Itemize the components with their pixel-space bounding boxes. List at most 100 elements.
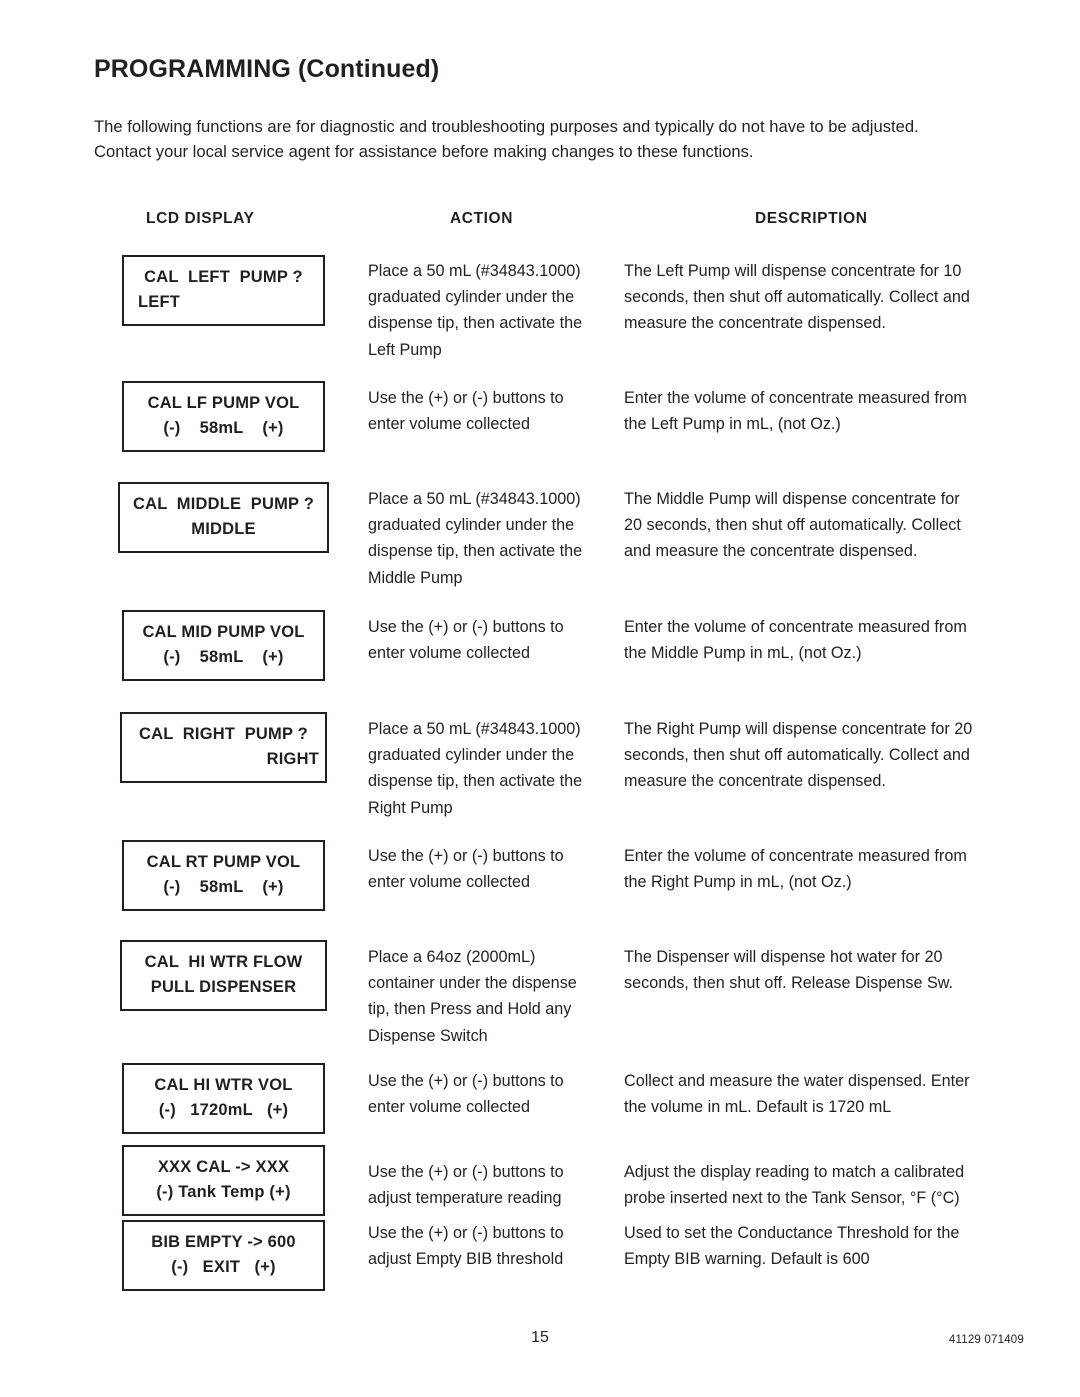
description-line: the Right Pump in mL, (not Oz.) (624, 873, 852, 892)
footer-document-code: 41129 071409 (948, 1334, 1024, 1346)
lcd-display-box: CAL LEFT PUMP ? LEFT (122, 255, 325, 326)
description-line: measure the concentrate dispensed. (624, 772, 886, 791)
action-line: tip, then Press and Hold any (368, 1000, 572, 1019)
action-line: adjust temperature reading (368, 1189, 562, 1208)
description-line: seconds, then shut off automatically. Co… (624, 288, 970, 307)
lcd-display-box: CAL MID PUMP VOL (-) 58mL (+) (122, 610, 325, 681)
footer-page-number: 15 (531, 1329, 549, 1346)
description-line: The Right Pump will dispense concentrate… (624, 720, 973, 738)
action-line: container under the dispense (368, 974, 577, 993)
intro-line-1: The following functions are for diagnost… (94, 117, 919, 136)
action-cell: Use the (+) or (-) buttons to adjust temp… (368, 1159, 616, 1211)
description-line: Used to set the Conductance Threshold fo… (624, 1224, 960, 1242)
action-line: adjust Empty BIB threshold (368, 1250, 564, 1269)
description-line: measure the concentrate dispensed. (624, 314, 886, 333)
lcd-line-2: (-) 58mL (+) (163, 419, 284, 437)
lcd-display-box: CAL HI WTR FLOW PULL DISPENSER (120, 940, 327, 1011)
description-line: the Left Pump in mL, (not Oz.) (624, 415, 841, 434)
intro-paragraph: The following functions are for diagnost… (94, 114, 1022, 164)
description-cell: Adjust the display reading to match a ca… (624, 1159, 1024, 1211)
action-line: Use the (+) or (-) buttons to (368, 618, 564, 636)
action-line: dispense tip, then activate the (368, 542, 583, 561)
description-cell: Enter the volume of concentrate measured… (624, 614, 1024, 666)
table-column-headers: LCD DISPLAY ACTION DESCRIPTION (0, 210, 1080, 232)
description-line: and measure the concentrate dispensed. (624, 542, 918, 561)
manual-page: PROGRAMMING (Continued) The following fu… (0, 0, 1080, 1397)
lcd-line-1: CAL LF PUMP VOL (147, 394, 300, 412)
action-cell: Use the (+) or (-) buttons to enter volum… (368, 1068, 616, 1120)
description-line: The Dispenser will dispense hot water fo… (624, 948, 943, 966)
action-cell: Place a 50 mL (#34843.1000) graduated cyl… (368, 716, 616, 821)
action-line: enter volume collected (368, 1098, 530, 1117)
lcd-line-1: CAL LEFT PUMP ? (144, 268, 303, 286)
description-line: probe inserted next to the Tank Sensor, … (624, 1189, 960, 1208)
description-line: Empty BIB warning. Default is 600 (624, 1250, 870, 1269)
action-cell: Use the (+) or (-) buttons to enter volum… (368, 843, 616, 895)
lcd-display-box: CAL RT PUMP VOL (-) 58mL (+) (122, 840, 325, 911)
action-line: Place a 50 mL (#34843.1000) (368, 262, 581, 280)
lcd-line-1: CAL RT PUMP VOL (146, 853, 301, 871)
description-cell: The Middle Pump will dispense concentrat… (624, 486, 1024, 565)
action-line: Use the (+) or (-) buttons to (368, 389, 564, 407)
column-header-action: ACTION (450, 210, 514, 227)
action-line: Place a 50 mL (#34843.1000) (368, 720, 581, 738)
lcd-line-2: (-) 58mL (+) (163, 648, 284, 666)
description-line: 20 seconds, then shut off automatically.… (624, 516, 961, 535)
description-cell: The Right Pump will dispense concentrate… (624, 716, 1024, 795)
action-line: Left Pump (368, 340, 442, 359)
column-header-description: DESCRIPTION (755, 210, 868, 227)
lcd-line-2: RIGHT (266, 750, 319, 768)
lcd-display-box: BIB EMPTY -> 600 (-) EXIT (+) (122, 1220, 325, 1291)
action-line: Use the (+) or (-) buttons to (368, 1072, 564, 1090)
lcd-line-1: BIB EMPTY -> 600 (151, 1233, 296, 1251)
action-cell: Use the (+) or (-) buttons to enter volum… (368, 385, 616, 437)
lcd-line-2: LEFT (138, 293, 181, 311)
action-line: Middle Pump (368, 568, 463, 587)
lcd-display-box: CAL RIGHT PUMP ? RIGHT (120, 712, 327, 783)
lcd-line-2: (-) 1720mL (+) (158, 1101, 289, 1119)
lcd-line-1: CAL HI WTR VOL (154, 1076, 293, 1094)
action-line: enter volume collected (368, 873, 530, 892)
action-line: graduated cylinder under the (368, 516, 575, 535)
action-line: Dispense Switch (368, 1026, 488, 1045)
action-line: dispense tip, then activate the (368, 772, 583, 791)
action-line: Right Pump (368, 798, 453, 817)
action-line: graduated cylinder under the (368, 288, 575, 307)
action-line: enter volume collected (368, 415, 530, 434)
action-cell: Place a 64oz (2000mL) container under the… (368, 944, 616, 1049)
action-line: enter volume collected (368, 644, 530, 663)
description-cell: Collect and measure the water dispensed.… (624, 1068, 1024, 1120)
lcd-display-box: CAL MIDDLE PUMP ? MIDDLE (118, 482, 329, 553)
lcd-line-1: CAL HI WTR FLOW (144, 953, 303, 971)
description-cell: Enter the volume of concentrate measured… (624, 385, 1024, 437)
description-line: the Middle Pump in mL, (not Oz.) (624, 644, 862, 663)
column-header-lcd-display: LCD DISPLAY (146, 210, 255, 227)
action-line: graduated cylinder under the (368, 746, 575, 765)
description-line: Enter the volume of concentrate measured… (624, 618, 967, 636)
description-cell: The Dispenser will dispense hot water fo… (624, 944, 1024, 996)
action-cell: Place a 50 mL (#34843.1000) graduated cyl… (368, 486, 616, 591)
description-line: Enter the volume of concentrate measured… (624, 389, 967, 407)
description-line: the volume in mL. Default is 1720 mL (624, 1098, 892, 1117)
lcd-display-box: CAL HI WTR VOL (-) 1720mL (+) (122, 1063, 325, 1134)
lcd-line-2: (-) Tank Temp (+) (156, 1183, 291, 1201)
description-line: Enter the volume of concentrate measured… (624, 847, 967, 865)
lcd-display-box: CAL LF PUMP VOL (-) 58mL (+) (122, 381, 325, 452)
lcd-line-2: (-) 58mL (+) (163, 878, 284, 896)
description-cell: The Left Pump will dispense concentrate … (624, 258, 1024, 337)
description-line: Collect and measure the water dispensed.… (624, 1072, 970, 1090)
page-title-suffix: (Continued) (297, 55, 440, 83)
description-line: Adjust the display reading to match a ca… (624, 1163, 965, 1181)
lcd-line-1: CAL MID PUMP VOL (142, 623, 305, 641)
action-line: Use the (+) or (-) buttons to (368, 847, 564, 865)
intro-line-2: Contact your local service agent for ass… (94, 142, 754, 161)
action-cell: Use the (+) or (-) buttons to enter volum… (368, 614, 616, 666)
lcd-line-1: CAL MIDDLE PUMP ? (132, 495, 315, 513)
description-line: seconds, then shut off. Release Dispense… (624, 974, 954, 993)
action-cell: Place a 50 mL (#34843.1000) graduated cyl… (368, 258, 616, 363)
description-cell: Used to set the Conductance Threshold fo… (624, 1220, 1024, 1272)
lcd-display-box: XXX CAL -> XXX (-) Tank Temp (+) (122, 1145, 325, 1216)
page-title: PROGRAMMING (Continued) (94, 55, 439, 84)
description-line: The Left Pump will dispense concentrate … (624, 262, 962, 280)
lcd-line-2: MIDDLE (191, 520, 256, 538)
